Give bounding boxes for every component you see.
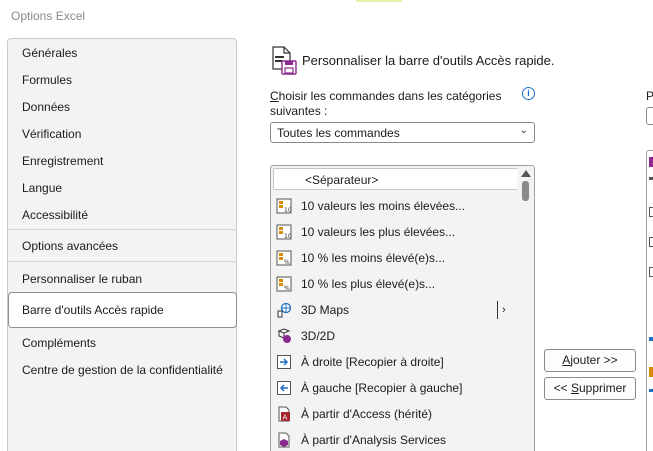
svg-text:A: A — [283, 414, 288, 422]
3d-2d-icon — [277, 328, 291, 343]
nav-item-complements[interactable]: Compléments — [22, 336, 96, 350]
list-item-label: À gauche [Recopier à gauche] — [301, 381, 463, 395]
toolbar-commands-list[interactable] — [646, 150, 653, 451]
fill-left-icon — [277, 381, 291, 395]
nav-divider — [8, 229, 237, 230]
nav-item-barre-outils-acces-rapide[interactable]: Barre d'outils Accès rapide — [8, 292, 237, 328]
list-item[interactable]: A À partir d'Access (hérité) — [271, 402, 519, 426]
nav-item-donnees[interactable]: Données — [22, 100, 70, 114]
info-icon[interactable]: i — [522, 87, 535, 100]
list-item-label: 3D Maps — [301, 303, 350, 317]
analysis-services-icon — [278, 432, 290, 448]
right-panel-label: P — [646, 89, 653, 103]
list-item-icon — [649, 337, 653, 341]
svg-text:10: 10 — [284, 207, 292, 214]
top10-icon: % — [276, 276, 292, 292]
page-title: Personnaliser la barre d'outils Accès ra… — [302, 53, 555, 68]
scroll-thumb[interactable] — [522, 181, 529, 201]
list-item[interactable]: % 10 % les moins élevé(e)s... — [271, 246, 519, 270]
list-item-separator[interactable]: <Séparateur> — [273, 168, 519, 190]
list-item[interactable]: % 10 % les plus élevé(e)s... — [271, 272, 519, 296]
top10-icon: 10 — [276, 224, 292, 240]
list-item-icon — [649, 157, 653, 167]
list-item-label: 10 % les moins élevé(e)s... — [301, 251, 446, 265]
remove-button-label: << Supprimer — [553, 381, 627, 395]
access-icon: A — [278, 406, 290, 422]
3d-maps-icon — [277, 302, 292, 318]
title-bar: Options Excel — [0, 0, 653, 32]
list-item-label: À partir d'Analysis Services — [301, 433, 447, 447]
remove-button[interactable]: << Supprimer — [544, 377, 636, 400]
list-item-label: À partir d'Access (hérité) — [301, 407, 432, 421]
list-item[interactable]: 3D Maps › — [271, 298, 519, 322]
add-button[interactable]: Ajouter >> — [544, 349, 636, 372]
nav-divider — [8, 261, 237, 262]
list-item[interactable]: À partir d'Analysis Services — [271, 428, 519, 451]
nav-item-accessibilite[interactable]: Accessibilité — [22, 208, 88, 222]
list-item-icon — [649, 237, 653, 247]
window-title: Options Excel — [11, 9, 86, 23]
nav-item-generales[interactable]: Générales — [22, 46, 77, 60]
category-select-value: Toutes les commandes — [277, 126, 400, 140]
commands-list[interactable]: <Séparateur> 10 10 valeurs les moins éle… — [270, 165, 535, 451]
nav-item-options-avancees[interactable]: Options avancées — [22, 239, 118, 253]
list-item-icon — [649, 267, 653, 277]
list-item-label: 10 % les plus élevé(e)s... — [301, 277, 436, 291]
category-select[interactable]: Toutes les commandes ⌄ — [270, 122, 535, 143]
list-item[interactable]: 3D/2D — [271, 324, 519, 348]
top10-icon: 10 — [276, 198, 292, 214]
list-item-label: 3D/2D — [301, 329, 336, 343]
top10-icon: % — [276, 250, 292, 266]
nav-item-centre-confidentialite[interactable]: Centre de gestion de la confidentialité — [22, 363, 223, 377]
options-nav: Générales Formules Données Vérification … — [7, 38, 237, 451]
choose-commands-text: hoisir les commandes dans les catégories… — [270, 89, 502, 118]
list-item-label: <Séparateur> — [305, 173, 379, 187]
list-item[interactable]: À droite [Recopier à droite] — [271, 350, 519, 374]
scroll-up-icon[interactable] — [521, 170, 531, 177]
choose-commands-label: Choisir les commandes dans les catégorie… — [270, 89, 510, 119]
list-item-label: À droite [Recopier à droite] — [301, 355, 444, 369]
fill-right-icon — [277, 355, 291, 369]
list-item[interactable]: 10 10 valeurs les plus élevées... — [271, 220, 519, 244]
nav-item-verification[interactable]: Vérification — [22, 127, 81, 141]
nav-item-formules[interactable]: Formules — [22, 73, 72, 87]
list-item-icon — [649, 389, 653, 392]
svg-text:10: 10 — [284, 233, 292, 240]
nav-item-personnaliser-ruban[interactable]: Personnaliser le ruban — [22, 272, 142, 286]
title-accent — [356, 0, 402, 2]
list-item-label: 10 valeurs les moins élevées... — [301, 199, 466, 213]
add-button-label: Ajouter >> — [562, 353, 618, 367]
choose-commands-accesskey: C — [270, 89, 279, 103]
nav-item-enregistrement[interactable]: Enregistrement — [22, 154, 103, 168]
list-item-icon — [649, 177, 653, 180]
svg-text:%: % — [284, 259, 290, 266]
nav-item-label: Barre d'outils Accès rapide — [22, 303, 164, 317]
quick-access-toolbar-icon — [270, 45, 298, 75]
nav-item-langue[interactable]: Langue — [22, 181, 62, 195]
list-item-label: 10 valeurs les plus élevées... — [301, 225, 456, 239]
list-item-icon — [649, 367, 653, 377]
commands-scrollbar[interactable] — [517, 166, 534, 451]
submenu-arrow-icon: › — [497, 301, 509, 319]
toolbar-scope-select[interactable] — [646, 107, 653, 125]
list-item[interactable]: 10 10 valeurs les moins élevées... — [271, 194, 519, 218]
svg-text:%: % — [284, 285, 290, 292]
list-item-icon — [649, 207, 653, 217]
chevron-down-icon: ⌄ — [519, 125, 528, 136]
list-item[interactable]: À gauche [Recopier à gauche] — [271, 376, 519, 400]
